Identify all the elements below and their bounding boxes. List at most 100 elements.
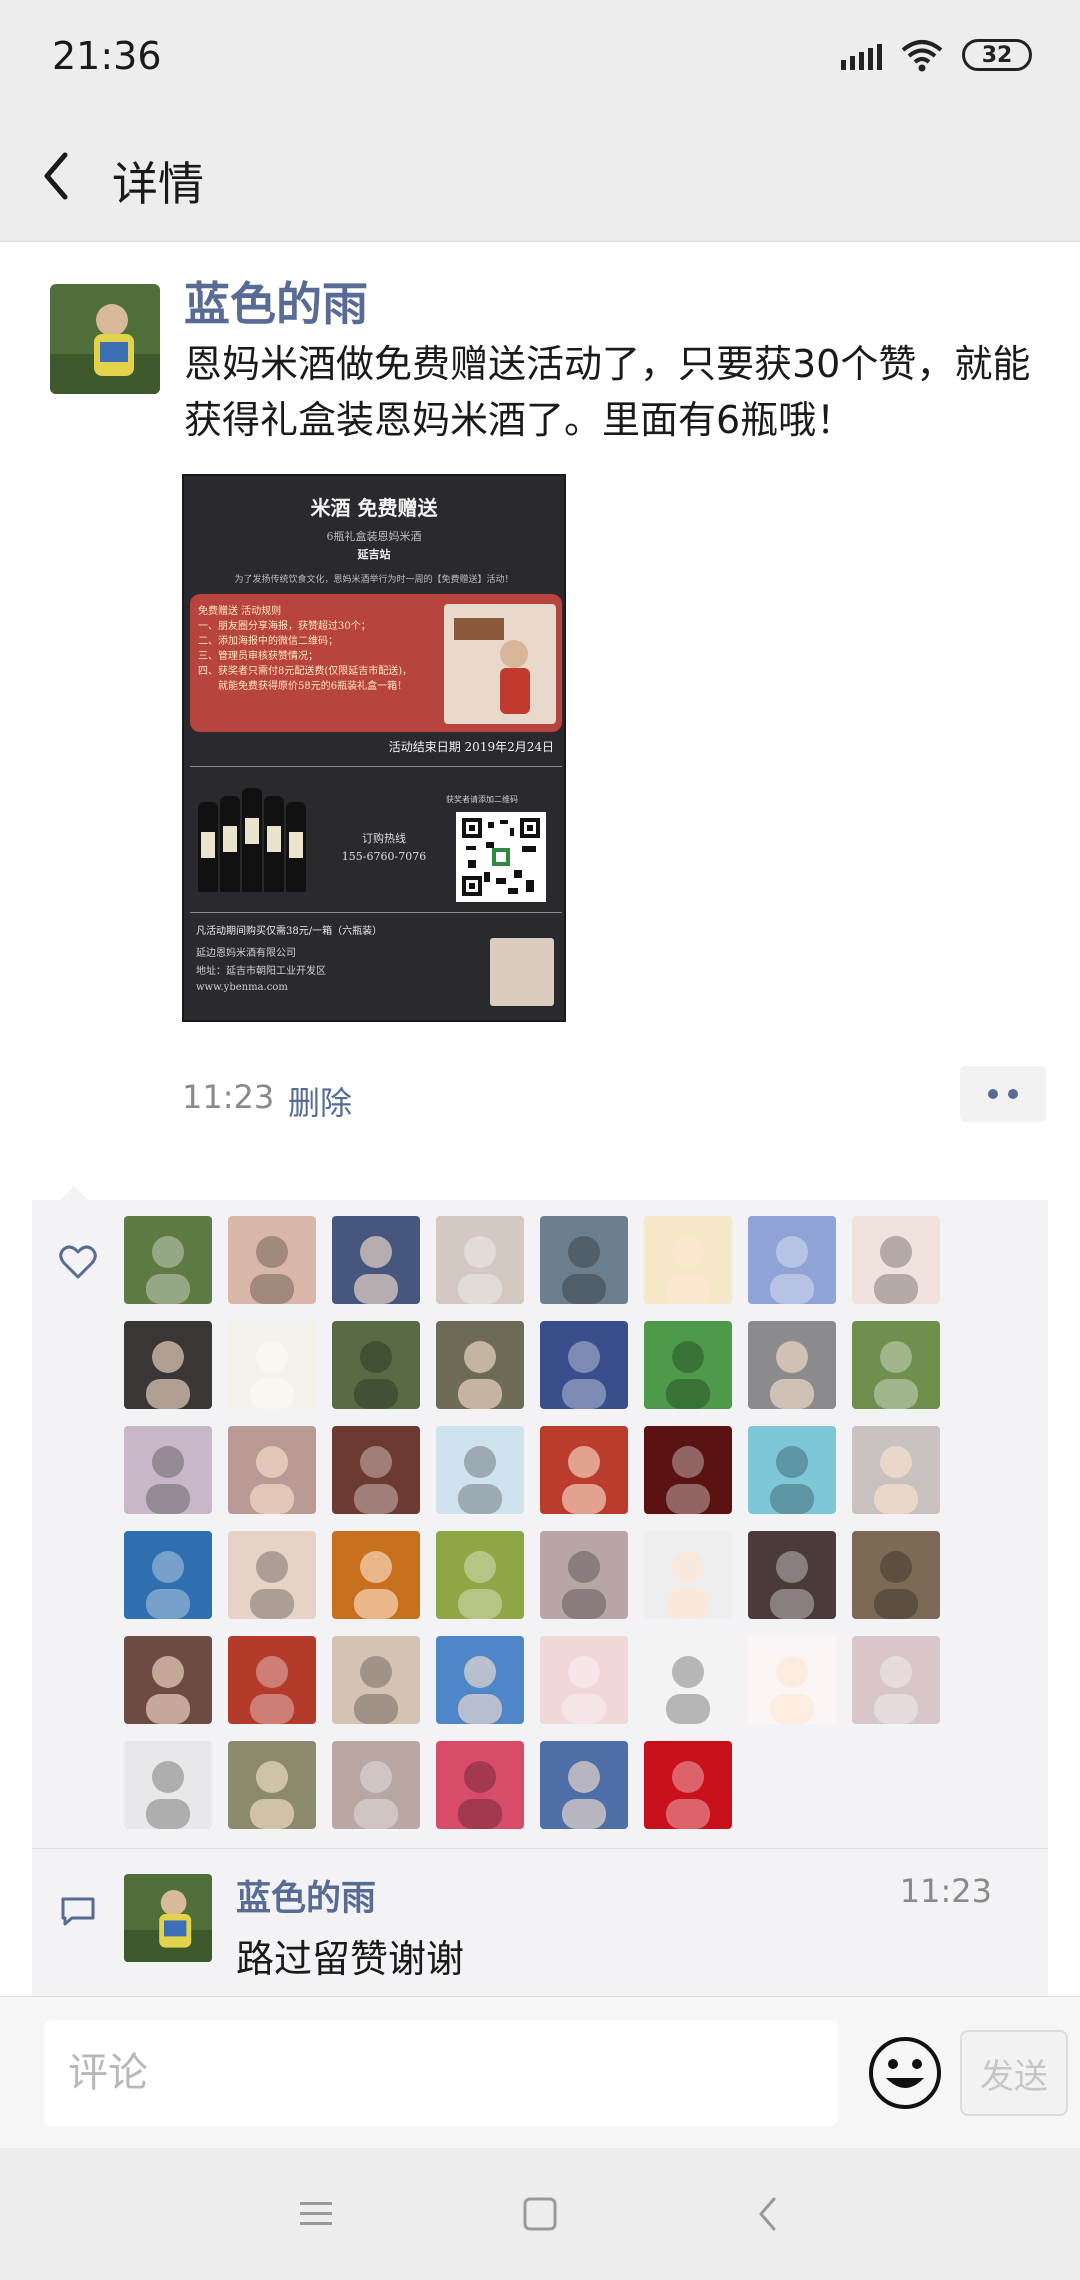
post-image[interactable]: 米酒 免费赠送 6瓶礼盒装恩妈米酒 延吉站 为了发扬传统饮食文化，恩妈米酒举行为… (182, 474, 566, 1022)
page-title: 详情 (112, 157, 204, 211)
like-avatar[interactable] (540, 1531, 628, 1619)
home-nav-button[interactable] (508, 2184, 572, 2244)
poster-hotline: 订购热线 155-6760-7076 (324, 830, 444, 866)
like-avatar[interactable] (644, 1741, 732, 1829)
like-avatar[interactable] (540, 1636, 628, 1724)
like-avatar[interactable] (332, 1636, 420, 1724)
like-avatar[interactable] (228, 1321, 316, 1409)
like-avatar[interactable] (540, 1321, 628, 1409)
like-avatar[interactable] (540, 1216, 628, 1304)
like-avatar[interactable] (332, 1531, 420, 1619)
poster-bottles (196, 782, 316, 892)
like-avatar[interactable] (228, 1216, 316, 1304)
like-avatar[interactable] (124, 1321, 212, 1409)
like-avatar[interactable] (436, 1426, 524, 1514)
poster-address: 地址：延吉市朝阳工业开发区 (196, 966, 326, 977)
qr-code (456, 812, 546, 902)
like-avatar[interactable] (124, 1426, 212, 1514)
like-avatar[interactable] (228, 1741, 316, 1829)
like-avatar[interactable] (540, 1741, 628, 1829)
like-avatar[interactable] (228, 1531, 316, 1619)
like-avatar[interactable] (852, 1636, 940, 1724)
menu-icon (300, 2202, 332, 2225)
status-time: 21:36 (52, 34, 162, 78)
like-avatar[interactable] (540, 1426, 628, 1514)
like-avatar[interactable] (332, 1426, 420, 1514)
like-avatar[interactable] (436, 1636, 524, 1724)
top-bar: 21:36 32 详情 (0, 0, 1080, 242)
delete-link[interactable]: 删除 (288, 1078, 352, 1124)
like-avatar[interactable] (852, 1321, 940, 1409)
comment-avatar[interactable] (124, 1874, 212, 1962)
like-avatar[interactable] (644, 1426, 732, 1514)
heart-icon (59, 1245, 97, 1279)
like-avatar[interactable] (124, 1531, 212, 1619)
more-actions-button[interactable] (960, 1066, 1046, 1122)
poster-website: www.ybenma.com (196, 982, 288, 993)
like-avatar[interactable] (436, 1321, 524, 1409)
author-avatar[interactable] (50, 284, 160, 394)
like-avatar[interactable] (748, 1531, 836, 1619)
like-avatar[interactable] (332, 1321, 420, 1409)
poster-box-thumb (490, 938, 554, 1006)
poster-rule-line: 就能免费获得原价58元的6瓶装礼盒一箱！ (198, 681, 408, 692)
poster-rule-line: 一、朋友圈分享海报，获赞超过30个； (198, 621, 371, 632)
poster-qr-caption: 获奖者请添加二维码 (446, 795, 518, 804)
poster-hotline-label: 订购热线 (362, 832, 406, 845)
like-avatar[interactable] (436, 1531, 524, 1619)
like-avatar[interactable] (228, 1636, 316, 1724)
like-avatar[interactable] (436, 1216, 524, 1304)
comment-author-name[interactable]: 蓝色的雨 (236, 1870, 376, 1921)
moments-detail-page: 21:36 32 详情 蓝色的雨 恩妈米酒做免费赠送活动了，只要获30个赞，就能… (0, 0, 1080, 2280)
like-avatar[interactable] (124, 1741, 212, 1829)
emoji-icon[interactable] (866, 2034, 944, 2112)
dot-icon (1008, 1089, 1018, 1099)
chevron-left-icon (759, 2197, 776, 2231)
like-avatar[interactable] (124, 1636, 212, 1724)
menu-nav-button[interactable] (284, 2184, 348, 2244)
post-time: 11:23 (182, 1078, 275, 1116)
wifi-icon (901, 40, 943, 72)
poster-station: 延吉站 (357, 548, 391, 561)
send-button[interactable]: 发送 (960, 2030, 1068, 2116)
poster-rule-line: 免费赠送 活动规则 (198, 606, 282, 617)
poster-rule-line: 二、添加海报中的微信二维码； (198, 636, 338, 647)
panel-divider (32, 1848, 1048, 1849)
like-avatar[interactable] (644, 1636, 732, 1724)
back-button[interactable] (28, 140, 84, 212)
like-avatar[interactable] (852, 1216, 940, 1304)
poster-intro: 为了发扬传统饮食文化，恩妈米酒举行为时一周的【免费赠送】活动！ (234, 575, 514, 585)
like-avatar[interactable] (436, 1741, 524, 1829)
comment-input[interactable] (44, 2020, 838, 2126)
like-avatar[interactable] (852, 1426, 940, 1514)
poster-divider (190, 766, 562, 767)
like-avatar[interactable] (644, 1531, 732, 1619)
post-author-name[interactable]: 蓝色的雨 (184, 268, 368, 334)
like-avatar[interactable] (748, 1636, 836, 1724)
poster-title: 米酒 免费赠送 (310, 496, 438, 520)
signal-icon (841, 40, 882, 70)
like-avatar[interactable] (644, 1216, 732, 1304)
dot-icon (988, 1089, 998, 1099)
like-avatar[interactable] (748, 1321, 836, 1409)
comment-icon (61, 1897, 95, 1926)
poster-rule-line: 四、获奖者只需付8元配送费(仅限延吉市配送)， (198, 666, 413, 677)
like-avatar[interactable] (748, 1426, 836, 1514)
like-avatar[interactable] (644, 1321, 732, 1409)
comment-time: 11:23 (899, 1872, 992, 1910)
like-avatar[interactable] (332, 1741, 420, 1829)
poster-rule-line: 三、管理员审核获赞情况； (198, 651, 318, 662)
back-nav-button[interactable] (736, 2184, 800, 2244)
like-avatar[interactable] (748, 1216, 836, 1304)
poster-promo: 凡活动期间购买仅需38元/一箱（六瓶装） (196, 926, 383, 937)
like-avatar[interactable] (124, 1216, 212, 1304)
status-icons: 32 (841, 38, 1032, 72)
like-avatar[interactable] (332, 1216, 420, 1304)
comment-text[interactable]: 路过留赞谢谢 (236, 1928, 464, 1983)
poster-divider (190, 912, 562, 913)
poster-company: 延边恩妈米酒有限公司 (196, 948, 296, 959)
like-avatar[interactable] (852, 1531, 940, 1619)
poster-subtitle: 6瓶礼盒装恩妈米酒 (326, 530, 422, 543)
like-avatar[interactable] (228, 1426, 316, 1514)
poster-hotline-number: 155-6760-7076 (341, 850, 427, 863)
